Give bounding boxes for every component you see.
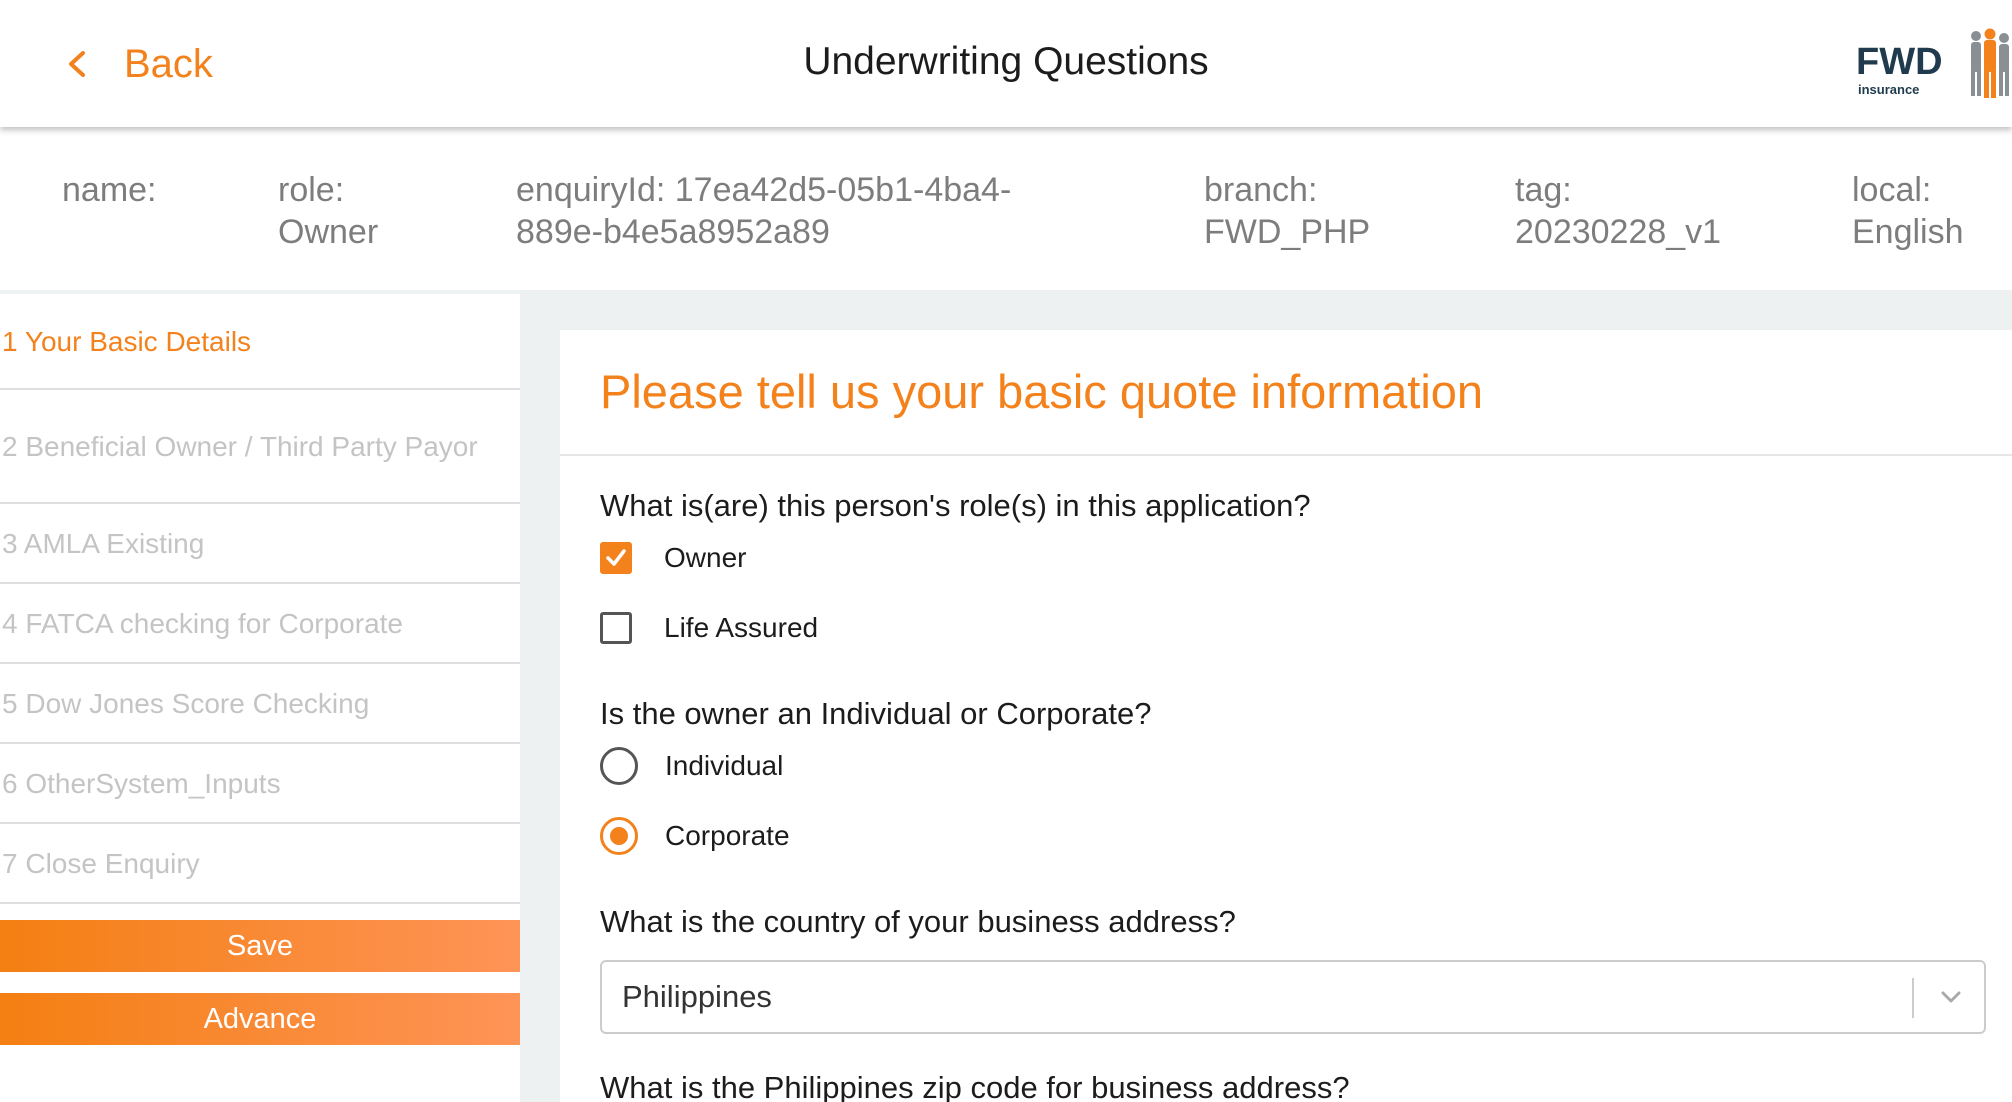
svg-text:insurance: insurance [1858, 82, 1919, 97]
card-title: Please tell us your basic quote informat… [600, 365, 1484, 418]
question-country: What is the country of your business add… [600, 904, 1236, 939]
step-fatca-checking[interactable]: 4 FATCA checking for Corporate [0, 584, 520, 664]
step-sidebar: 1 Your Basic Details 2 Beneficial Owner … [0, 294, 520, 1102]
checkbox-label: Owner [664, 542, 747, 573]
step-dow-jones-score[interactable]: 5 Dow Jones Score Checking [0, 664, 520, 744]
enquiry-info-bar: name: role: Owner enquiryId: 17ea42d5-05… [0, 127, 2012, 290]
question-zip-code: What is the Philippines zip code for bus… [600, 1070, 1350, 1102]
radio-corporate[interactable]: Corporate [600, 817, 790, 855]
fwd-logo: FWD insurance [1856, 28, 2009, 98]
radio-individual[interactable]: Individual [600, 747, 783, 785]
checkbox-life-assured[interactable]: Life Assured [600, 612, 818, 644]
select-separator [1912, 978, 1914, 1018]
info-role: role: Owner [278, 171, 379, 251]
checkbox-label: Life Assured [664, 612, 819, 643]
basic-details-card: Please tell us your basic quote informat… [560, 330, 2012, 1102]
radio-label: Individual [665, 750, 784, 781]
country-select[interactable]: Philippines [600, 960, 1986, 1034]
step-beneficial-owner[interactable]: 2 Beneficial Owner / Third Party Payor [0, 390, 520, 504]
step-close-enquiry[interactable]: 7 Close Enquiry [0, 824, 520, 904]
radio-label: Corporate [665, 820, 790, 851]
top-bar: Back Underwriting Questions FWD insuranc… [0, 0, 2012, 127]
svg-text:FWD: FWD [1856, 41, 1943, 83]
chevron-down-icon[interactable] [1936, 982, 1966, 1012]
checkbox-owner[interactable]: Owner [600, 542, 746, 574]
info-branch: branch: FWD_PHP [1204, 171, 1371, 251]
info-enquiry-id: enquiryId: 17ea42d5-05b1-4ba4- 889e-b4e5… [516, 171, 1012, 251]
radio-empty-icon[interactable] [600, 747, 638, 785]
radio-selected-icon[interactable] [600, 817, 638, 855]
question-roles: What is(are) this person's role(s) in th… [600, 488, 1311, 523]
info-locale: local: English [1852, 171, 1964, 251]
step-amla-existing[interactable]: 3 AMLA Existing [0, 504, 520, 584]
step-basic-details[interactable]: 1 Your Basic Details [0, 294, 520, 390]
step-othersystem-inputs[interactable]: 6 OtherSystem_Inputs [0, 744, 520, 824]
radio-dot [610, 827, 628, 845]
info-tag: tag: 20230228_v1 [1515, 171, 1722, 251]
info-name: name: [62, 171, 157, 209]
country-select-value: Philippines [622, 979, 772, 1014]
page-title: Underwriting Questions [803, 40, 1209, 83]
checkbox-checked-icon[interactable] [600, 542, 632, 574]
checkbox-empty-icon[interactable] [600, 612, 632, 644]
divider [560, 454, 2012, 456]
advance-button[interactable]: Advance [0, 993, 520, 1045]
question-owner-type: Is the owner an Individual or Corporate? [600, 696, 1152, 731]
save-button[interactable]: Save [0, 920, 520, 972]
